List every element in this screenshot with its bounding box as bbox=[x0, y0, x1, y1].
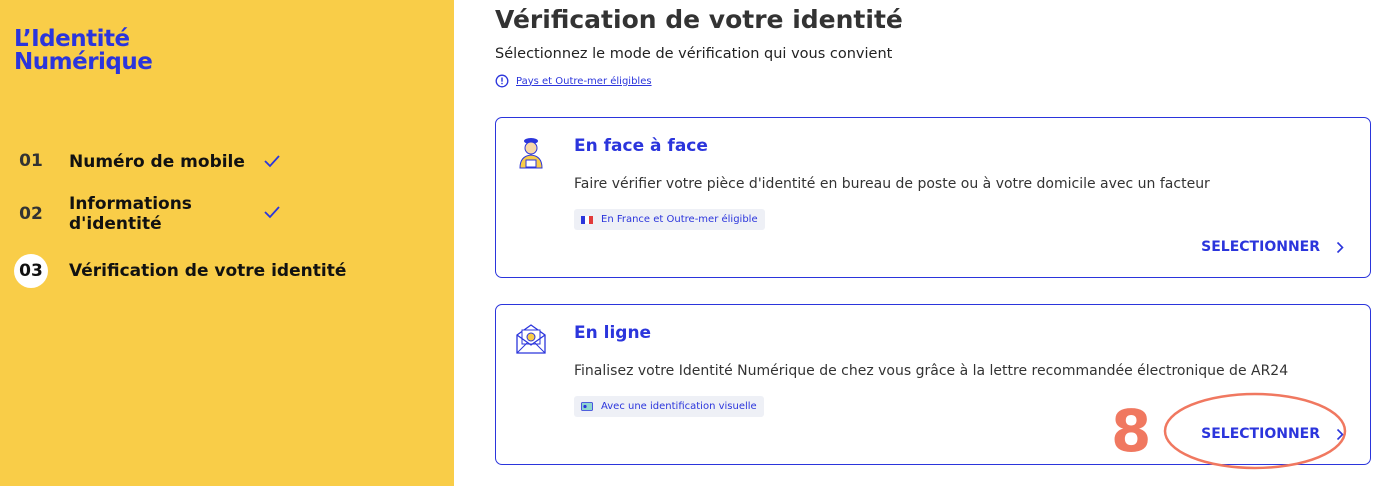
id-card-icon bbox=[581, 402, 593, 411]
card-description: Finalisez votre Identité Numérique de ch… bbox=[574, 363, 1289, 379]
select-button-label: SELECTIONNER bbox=[1201, 239, 1320, 255]
step-3-number: 03 bbox=[14, 254, 48, 288]
step-2-label-line-2: d'identité bbox=[69, 214, 162, 234]
page-title: Vérification de votre identité bbox=[495, 5, 903, 34]
logo-line-2: Numérique bbox=[14, 49, 153, 75]
badge-label: En France et Outre-mer éligible bbox=[601, 214, 758, 225]
select-face-to-face-button[interactable]: SELECTIONNER bbox=[1201, 239, 1344, 255]
badge-label: Avec une identification visuelle bbox=[601, 401, 757, 412]
check-icon bbox=[264, 155, 280, 168]
card-title: En ligne bbox=[574, 323, 652, 343]
step-1-label: Numéro de mobile bbox=[69, 152, 245, 172]
card-face-to-face[interactable]: En face à face Faire vérifier votre pièc… bbox=[495, 117, 1371, 278]
page-subtitle: Sélectionnez le mode de vérification qui… bbox=[495, 46, 893, 62]
annotation-ellipse bbox=[1163, 392, 1347, 470]
step-2-label-line-1: Informations bbox=[69, 194, 192, 214]
step-2-label: Informations d'identité bbox=[69, 194, 192, 234]
logo-line-1: L’Identité bbox=[14, 26, 130, 52]
info-icon bbox=[495, 74, 509, 88]
step-1-number: 01 bbox=[19, 151, 43, 171]
annotation-number: 8 bbox=[1111, 397, 1152, 465]
postman-icon bbox=[519, 138, 543, 169]
step-3-label: Vérification de votre identité bbox=[69, 261, 347, 281]
french-flag-icon bbox=[581, 215, 593, 224]
identification-badge: Avec une identification visuelle bbox=[574, 396, 764, 417]
card-description: Faire vérifier votre pièce d'identité en… bbox=[574, 176, 1210, 192]
eligibility-badge: En France et Outre-mer éligible bbox=[574, 209, 765, 230]
eligibility-info: Pays et Outre-mer éligibles bbox=[495, 74, 652, 88]
brand-logo[interactable]: L’Identité Numérique bbox=[14, 26, 153, 75]
sidebar: L’Identité Numérique 01 Numéro de mobile… bbox=[0, 0, 454, 486]
eligibility-link[interactable]: Pays et Outre-mer éligibles bbox=[516, 76, 652, 87]
check-icon bbox=[264, 206, 280, 219]
card-title: En face à face bbox=[574, 136, 708, 156]
email-letter-icon bbox=[516, 324, 546, 354]
chevron-right-icon bbox=[1336, 241, 1344, 254]
step-2-number: 02 bbox=[19, 204, 43, 224]
